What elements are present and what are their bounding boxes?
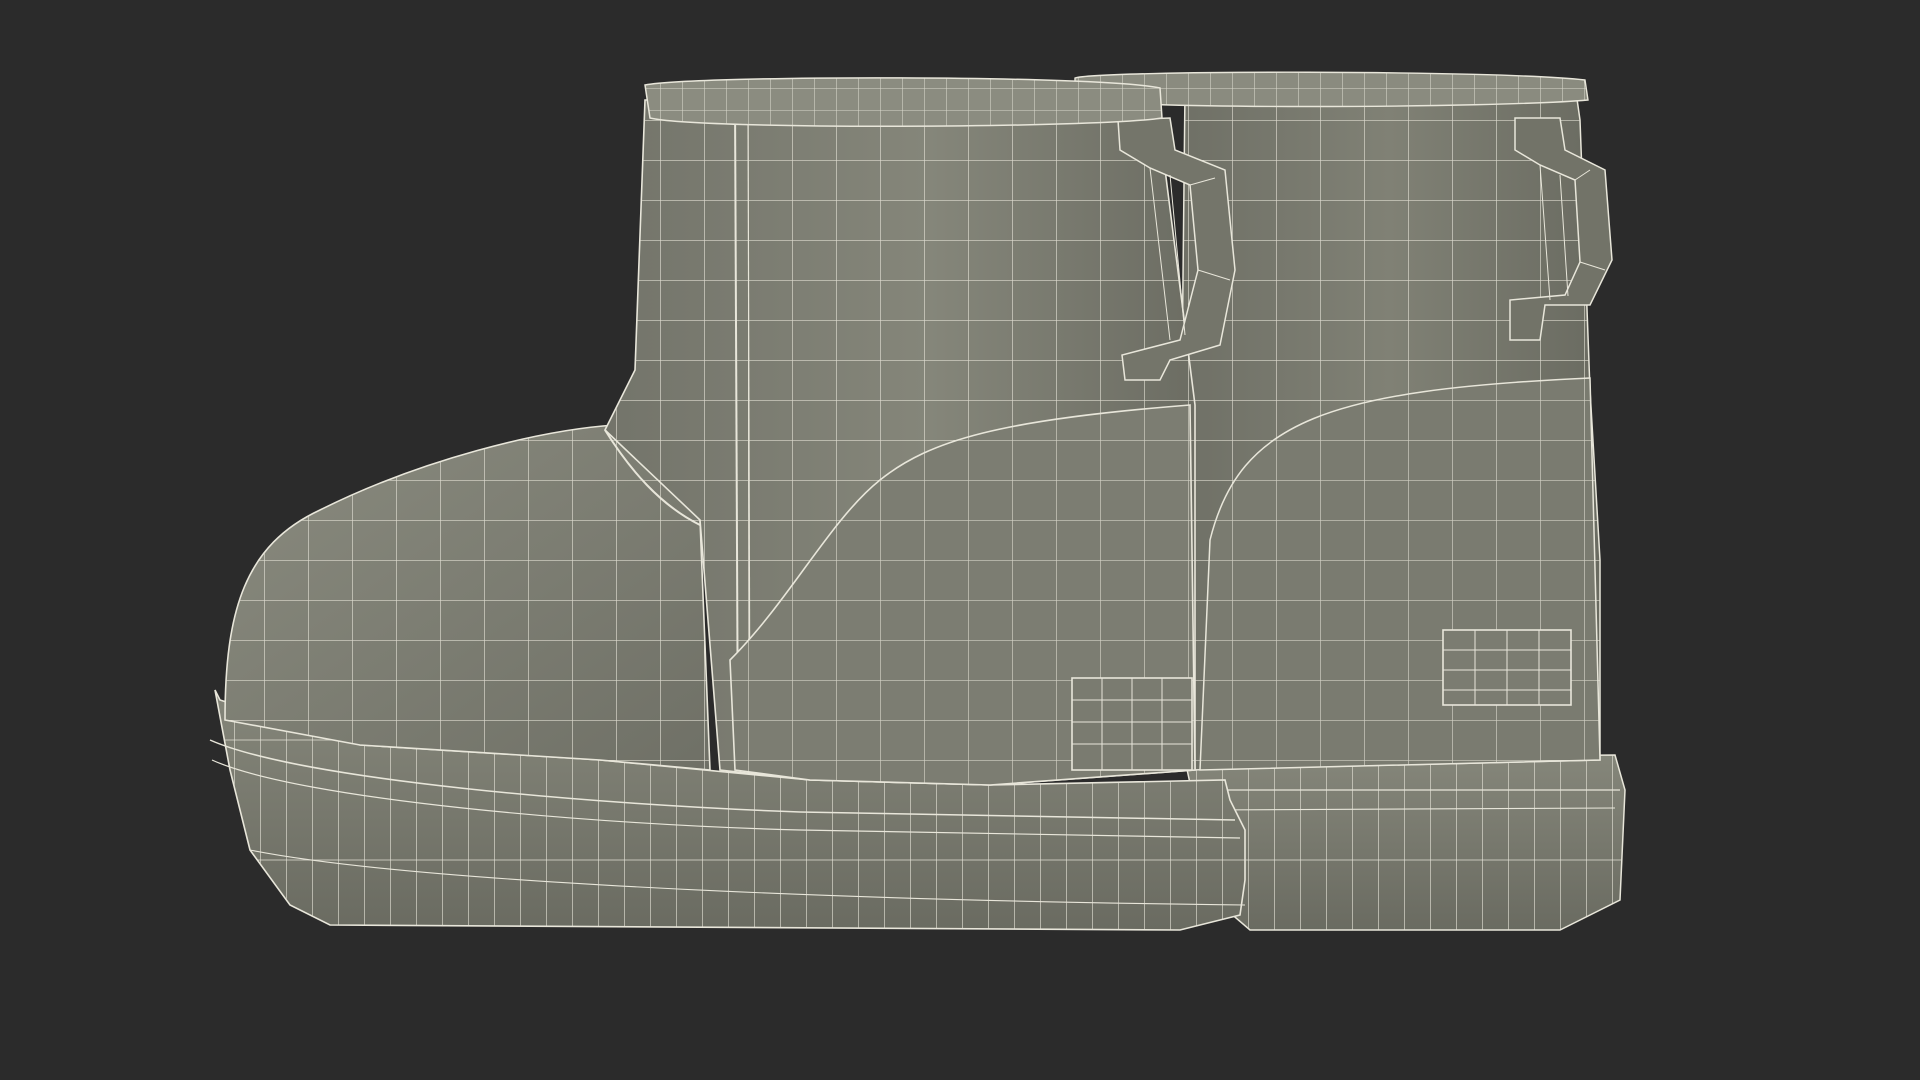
front-boot — [209, 77, 1246, 931]
boots-wireframe-render — [209, 71, 1626, 931]
render-viewport — [0, 0, 1920, 1080]
